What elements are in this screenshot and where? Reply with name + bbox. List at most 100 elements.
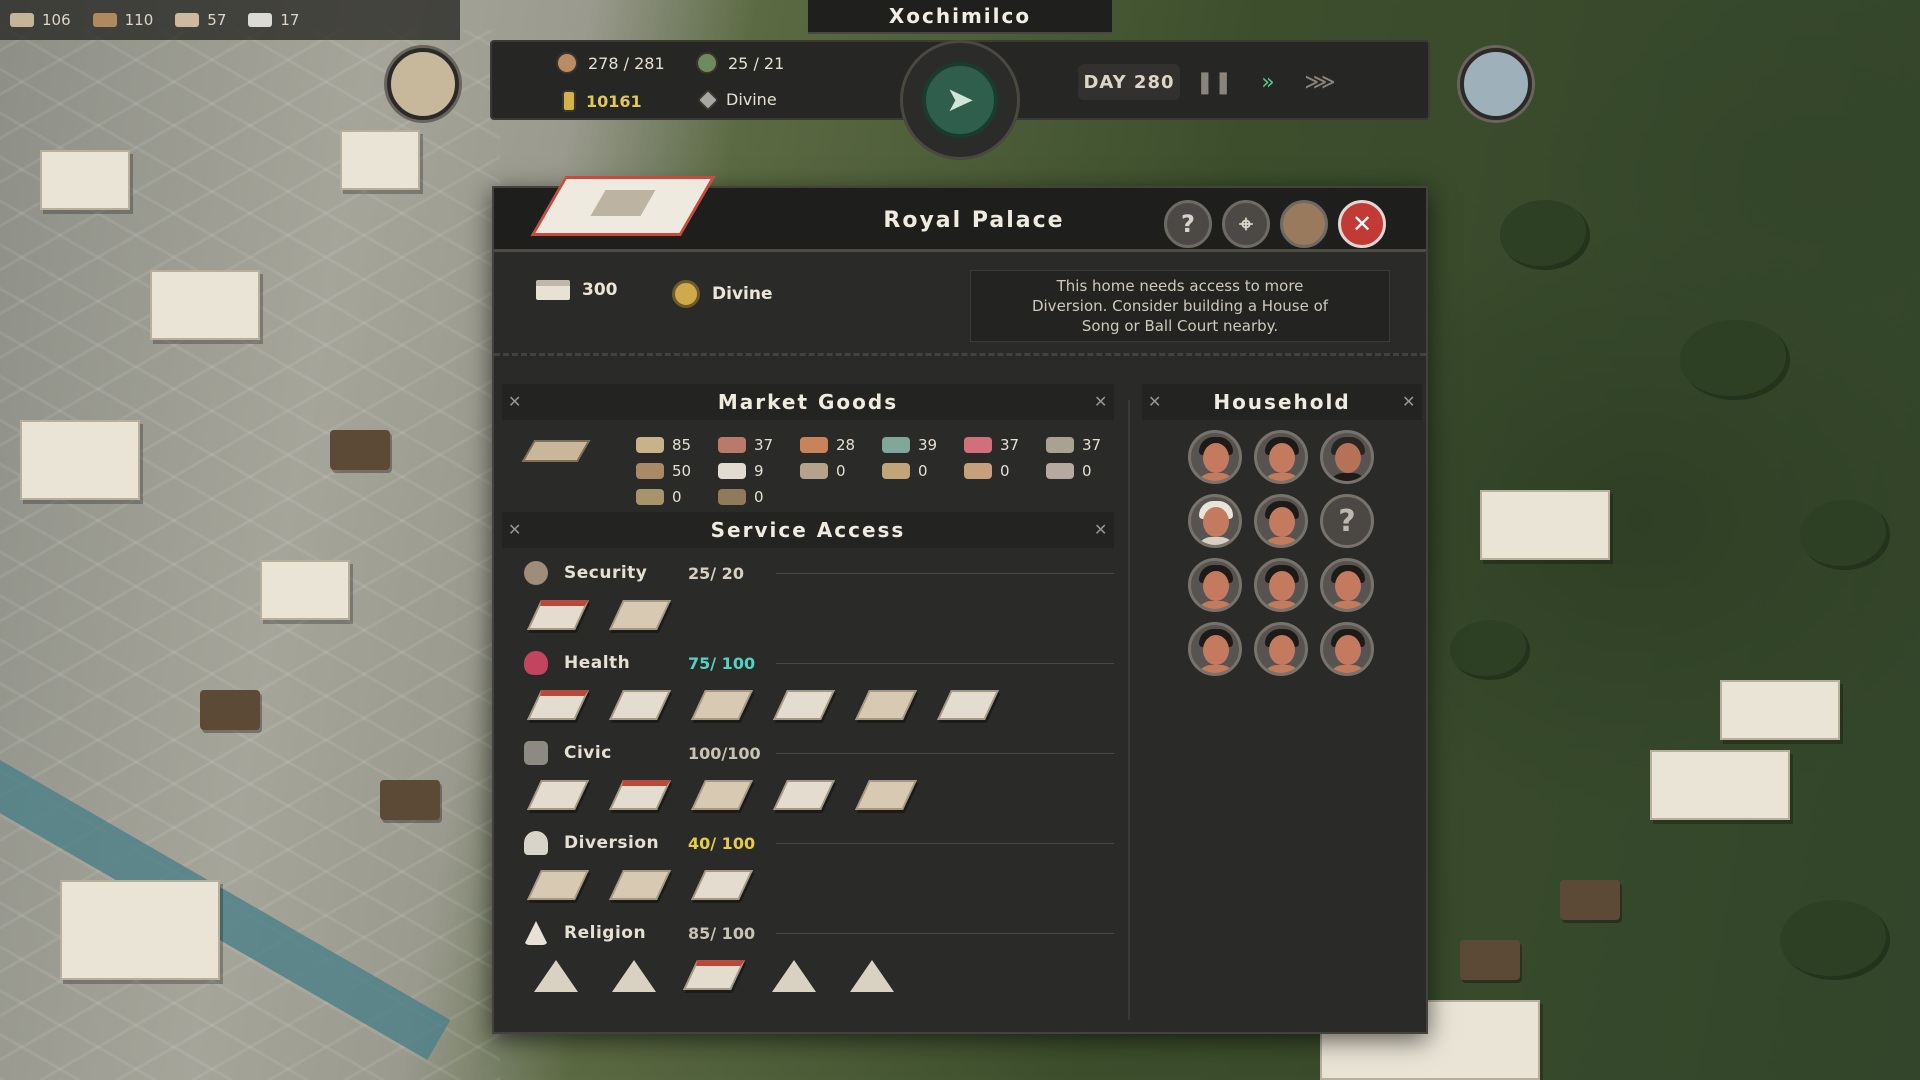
stone-icon (248, 13, 273, 27)
treasury-stat[interactable]: 10161 (562, 90, 642, 112)
map-building[interactable] (1480, 490, 1610, 560)
wood-icon (636, 463, 664, 479)
map-hut[interactable] (1560, 880, 1620, 920)
civic-building-icon[interactable] (609, 780, 671, 810)
good-item[interactable]: 85 (636, 434, 718, 456)
resident-avatar[interactable] (1320, 622, 1374, 676)
good-item[interactable]: 37 (718, 434, 800, 456)
city-overview-button[interactable] (387, 48, 459, 120)
help-button[interactable]: ? (1164, 200, 1212, 248)
direction-dial[interactable]: ➤ (900, 40, 1020, 160)
civic-building-icon[interactable] (855, 780, 917, 810)
heart-icon (524, 651, 548, 675)
pyramid-temple-building-icon[interactable] (772, 960, 816, 992)
resident-avatar[interactable] (1254, 430, 1308, 484)
panel-title: Royal Palace (883, 207, 1065, 233)
bathhouse-building-icon[interactable] (609, 690, 671, 720)
map-building[interactable] (40, 150, 130, 210)
map-building[interactable] (60, 880, 220, 980)
resident-avatar[interactable] (1188, 622, 1242, 676)
divine-medal-icon (672, 280, 700, 308)
map-building[interactable] (20, 420, 140, 500)
good-item[interactable]: 39 (882, 434, 964, 456)
owner-portrait-button[interactable] (1280, 200, 1328, 248)
population-stat[interactable]: 278 / 281 (556, 52, 665, 74)
pyramid-temple-building-icon[interactable] (534, 960, 578, 992)
ruler-portrait-button[interactable] (1460, 48, 1532, 120)
maize-icon (636, 437, 664, 453)
good-item[interactable]: 0 (1046, 460, 1128, 482)
map-hut[interactable] (330, 430, 390, 470)
civic-building-icon[interactable] (691, 780, 753, 810)
civic-building-icon[interactable] (773, 780, 835, 810)
rank-stat[interactable]: Divine (696, 88, 777, 111)
good-item[interactable]: 50 (636, 460, 718, 482)
pyramid-temple-building-icon[interactable] (612, 960, 656, 992)
resident-avatar[interactable] (1188, 494, 1242, 548)
map-hut[interactable] (380, 780, 440, 820)
housing-tier: Divine (672, 280, 772, 308)
good-item[interactable]: 0 (800, 460, 882, 482)
resource-crates[interactable]: 110 (92, 11, 153, 29)
healer-building-icon[interactable] (527, 690, 589, 720)
service-value: 85/ 100 (688, 923, 756, 943)
service-security: Security 25/ 20 (524, 558, 1114, 646)
resident-avatar[interactable] (1320, 558, 1374, 612)
herbalist-building-icon[interactable] (691, 690, 753, 720)
house-of-song-building-icon[interactable] (691, 870, 753, 900)
resident-avatar[interactable] (1254, 558, 1308, 612)
house-icon (536, 280, 570, 300)
map-building[interactable] (1650, 750, 1790, 820)
map-hut[interactable] (1460, 940, 1520, 980)
resident-avatar[interactable] (1254, 494, 1308, 548)
map-building[interactable] (150, 270, 260, 340)
diversion-icon (524, 831, 548, 855)
normal-speed-button[interactable]: » (1250, 66, 1286, 98)
resource-maize[interactable]: 57 (175, 11, 226, 29)
resource-stone[interactable]: 17 (248, 11, 299, 29)
panel-header: Royal Palace ? ⌖ ✕ (494, 176, 1426, 252)
map-building[interactable] (260, 560, 350, 620)
resource-people[interactable]: 106 (10, 11, 71, 29)
civic-building-icon[interactable] (527, 780, 589, 810)
resident-avatar[interactable] (1254, 622, 1308, 676)
map-hut[interactable] (200, 690, 260, 730)
close-button[interactable]: ✕ (1338, 200, 1386, 248)
resident-avatar[interactable] (1188, 430, 1242, 484)
pyramid-temple-building-icon[interactable] (850, 960, 894, 992)
shrine-building-icon[interactable] (855, 690, 917, 720)
market-goods-title: Market Goods (717, 390, 899, 414)
fast-speed-button[interactable]: ⋙ (1302, 66, 1338, 98)
resource-value: 106 (42, 11, 71, 29)
temazcal-building-icon[interactable] (937, 690, 999, 720)
good-item[interactable]: 0 (636, 486, 718, 508)
good-item[interactable]: 37 (964, 434, 1046, 456)
resident-avatar[interactable] (1188, 558, 1242, 612)
good-count: 0 (1082, 462, 1092, 480)
workers-value: 25 / 21 (728, 53, 785, 73)
workers-stat[interactable]: 25 / 21 (696, 52, 784, 74)
ball-court-building-icon[interactable] (527, 870, 589, 900)
service-religion: Religion 85/ 100 (524, 918, 1114, 1006)
plaza-building-icon[interactable] (609, 870, 671, 900)
good-item[interactable]: 37 (1046, 434, 1128, 456)
map-building[interactable] (1720, 680, 1840, 740)
cacao-icon (1046, 437, 1074, 453)
tree (1450, 620, 1530, 680)
priest-house-building-icon[interactable] (683, 960, 745, 990)
resident-avatar[interactable] (1320, 430, 1374, 484)
pause-button[interactable]: ❚❚ (1196, 66, 1233, 98)
garden-building-icon[interactable] (773, 690, 835, 720)
temple-icon (524, 921, 548, 945)
locate-button[interactable]: ⌖ (1222, 200, 1270, 248)
good-item[interactable]: 0 (882, 460, 964, 482)
good-item[interactable]: 0 (964, 460, 1046, 482)
good-item[interactable]: 9 (718, 460, 800, 482)
good-item[interactable]: 0 (718, 486, 800, 508)
patrol-post-building-icon[interactable] (609, 600, 671, 630)
good-item[interactable]: 28 (800, 434, 882, 456)
guard-house-building-icon[interactable] (527, 600, 589, 630)
unknown-resident-avatar[interactable]: ? (1320, 494, 1374, 548)
map-building[interactable] (340, 130, 420, 190)
good-count: 85 (672, 436, 692, 454)
